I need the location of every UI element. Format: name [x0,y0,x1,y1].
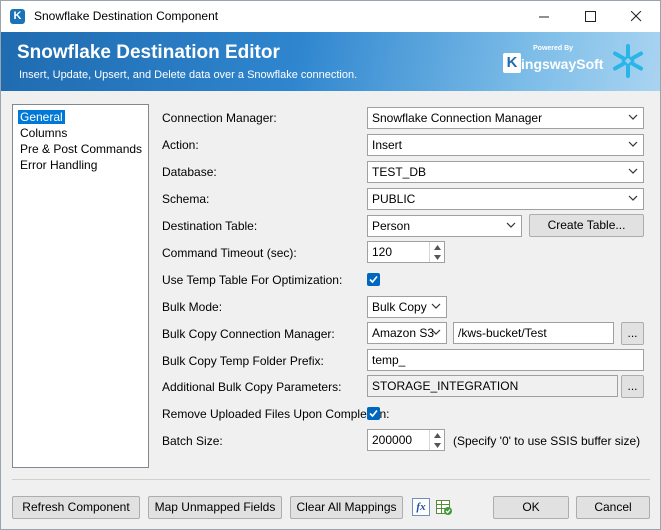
map-unmapped-fields-button[interactable]: Map Unmapped Fields [148,496,282,519]
column-mapping-button[interactable] [435,498,453,516]
remove-uploaded-label: Remove Uploaded Files Upon Completion: [162,407,390,421]
action-select[interactable]: Insert [367,134,644,156]
ok-button[interactable]: OK [493,496,569,519]
use-temp-table-label: Use Temp Table For Optimization: [162,273,343,287]
destination-table-label: Destination Table: [162,219,258,233]
chevron-down-icon [431,303,441,309]
window-title: Snowflake Destination Component [34,9,219,23]
close-button[interactable] [613,1,659,32]
bulk-mode-select[interactable]: Bulk Copy [367,296,447,318]
additional-params-browse-button[interactable]: ... [621,375,644,398]
header-banner: Snowflake Destination Editor Insert, Upd… [1,32,660,91]
spin-down-icon[interactable] [430,252,444,262]
spinner-buttons[interactable] [429,430,444,450]
command-timeout-value: 120 [372,245,393,259]
dialog-window: K Snowflake Destination Component Snowfl… [0,0,661,530]
navigation-tree: General Columns Pre & Post Commands Erro… [12,104,149,468]
bulk-copy-connection-label: Bulk Copy Connection Manager: [162,327,335,341]
tree-item-pre-post-commands[interactable]: Pre & Post Commands [18,142,144,156]
app-icon: K [10,9,25,24]
checkmark-icon [369,275,378,284]
chevron-down-icon [628,114,638,120]
spin-up-icon[interactable] [430,430,444,440]
bulk-copy-connection-select[interactable]: Amazon S3 [367,322,447,344]
destination-table-select[interactable]: Person [367,215,522,237]
connection-manager-label: Connection Manager: [162,111,277,125]
batch-size-spinner[interactable]: 200000 [367,429,445,451]
schema-label: Schema: [162,192,210,206]
checkmark-icon [369,409,378,418]
batch-size-note: (Specify '0' to use SSIS buffer size) [453,434,641,448]
bulk-copy-connection-value: Amazon S3 [372,326,435,340]
snowflake-logo-icon [613,44,643,78]
cancel-button[interactable]: Cancel [576,496,650,519]
editor-subtitle: Insert, Update, Upsert, and Delete data … [19,69,358,81]
destination-table-value: Person [372,219,411,233]
bulk-mode-label: Bulk Mode: [162,300,223,314]
additional-params-input[interactable]: STORAGE_INTEGRATION [367,375,618,397]
title-bar: K Snowflake Destination Component [1,1,660,32]
footer-divider [12,479,650,480]
bulk-copy-path-browse-button[interactable]: ... [621,322,644,345]
database-label: Database: [162,165,217,179]
batch-size-value: 200000 [372,433,413,447]
spreadsheet-check-icon [436,500,452,515]
chevron-down-icon [628,168,638,174]
bulk-copy-temp-prefix-input[interactable]: temp_ [367,349,644,371]
refresh-component-button[interactable]: Refresh Component [12,496,140,519]
command-timeout-label: Command Timeout (sec): [162,246,297,260]
connection-manager-select[interactable]: Snowflake Connection Manager [367,107,644,129]
create-table-button[interactable]: Create Table... [529,214,644,237]
spin-down-icon[interactable] [430,440,444,450]
logo-k: K [503,53,521,73]
bulk-copy-path-input[interactable]: /kws-bucket/Test [453,322,614,344]
remove-uploaded-checkbox[interactable] [367,407,380,420]
clear-all-mappings-button[interactable]: Clear All Mappings [290,496,403,519]
spinner-buttons[interactable] [429,242,444,262]
logo-name: ingswaySoft [521,56,604,72]
chevron-down-icon [628,141,638,147]
maximize-button[interactable] [567,1,613,32]
tree-item-general[interactable]: General [18,110,65,124]
bulk-mode-value: Bulk Copy [372,300,427,314]
connection-manager-value: Snowflake Connection Manager [372,111,543,125]
additional-params-label: Additional Bulk Copy Parameters: [162,380,342,394]
maximize-icon [584,11,596,22]
command-timeout-spinner[interactable]: 120 [367,241,445,263]
schema-value: PUBLIC [372,192,416,206]
action-label: Action: [162,138,199,152]
schema-select[interactable]: PUBLIC [367,188,644,210]
bulk-copy-temp-prefix-label: Bulk Copy Temp Folder Prefix: [162,354,324,368]
spin-up-icon[interactable] [430,242,444,252]
expression-button[interactable]: fx [412,498,430,516]
database-value: TEST_DB [372,165,427,179]
tree-item-error-handling[interactable]: Error Handling [18,158,99,172]
fx-icon: fx [416,501,426,513]
chevron-down-icon [628,195,638,201]
chevron-down-icon [506,222,516,228]
logo-powered-by: Powered By [533,45,574,52]
batch-size-label: Batch Size: [162,434,223,448]
close-icon [630,11,641,22]
minimize-button[interactable] [521,1,567,32]
action-value: Insert [372,138,403,152]
database-select[interactable]: TEST_DB [367,161,644,183]
use-temp-table-checkbox[interactable] [367,273,380,286]
minimize-icon [538,16,549,18]
chevron-down-icon [431,329,441,335]
tree-item-columns[interactable]: Columns [18,126,69,140]
editor-title: Snowflake Destination Editor [17,42,280,63]
kingswaysoft-logo: Powered By K ingswaySoft [503,44,603,78]
